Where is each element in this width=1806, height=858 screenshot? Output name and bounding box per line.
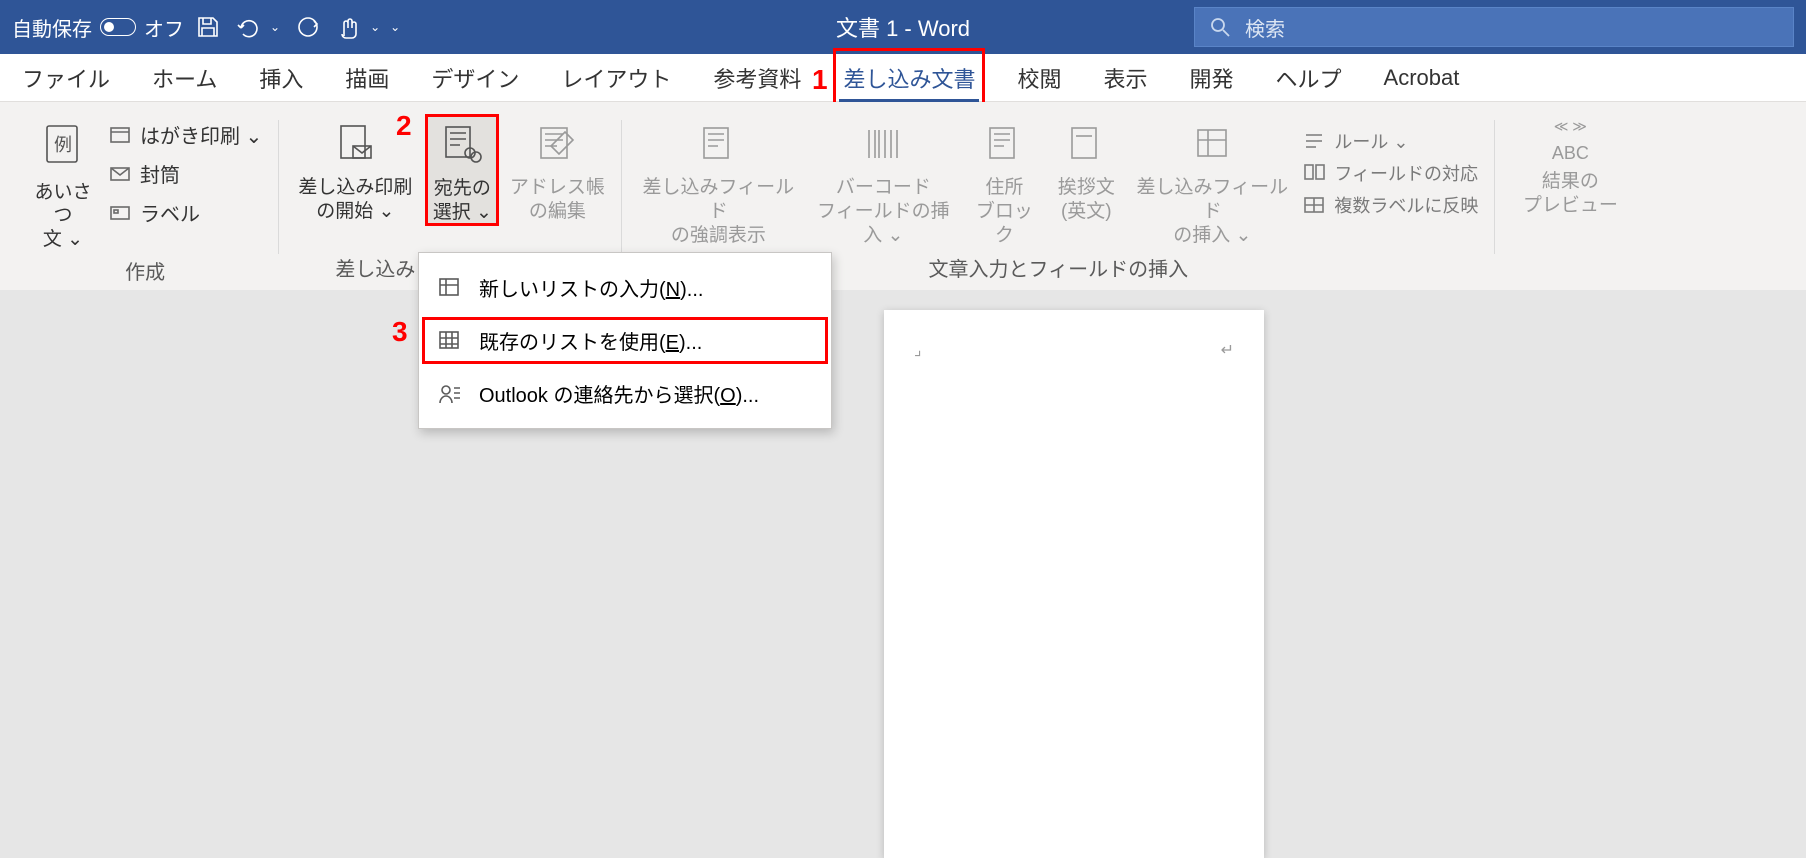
label-icon [108,201,132,225]
title-bar: 自動保存 オフ ⌄ ⌄ ⌄ 文書 1 - Word 検索 [0,0,1806,54]
greeting-text-button[interactable]: 例 あいさつ 文 ⌄ [28,114,98,252]
label-button[interactable]: ラベル [108,198,262,227]
barcode-field-button[interactable]: バーコード フィールドの挿入 ⌄ [808,114,958,247]
autosave-label: 自動保存 [12,13,92,42]
page-corner-mark-icon: ⌟ [914,340,922,360]
address-block-icon [982,122,1026,166]
chevron-down-icon[interactable]: ⌄ [270,20,280,34]
tab-developer[interactable]: 開発 [1185,54,1237,102]
annotation-1: 1 [812,64,828,96]
menu-use-existing-list-label: 既存のリストを使用(E)... [479,326,702,355]
match-fields-icon [1302,161,1326,185]
touch-mode-button[interactable] [332,11,364,43]
preview-results-button[interactable]: ≪ ≫ ABC 結果の プレビュー [1515,114,1625,218]
qat-overflow[interactable]: ⌄ [390,20,400,34]
barcode-icon [861,122,905,166]
menu-type-new-list-label: 新しいリストの入力(N)... [479,273,703,302]
tab-review[interactable]: 校閲 [1013,54,1065,102]
postcard-icon [108,123,132,147]
tab-home[interactable]: ホーム [148,54,221,102]
select-recipients-button[interactable]: 宛先の 選択 ⌄ [425,114,499,226]
document-mail-icon [333,122,377,166]
ribbon: 例 あいさつ 文 ⌄ はがき印刷 ⌄ 封筒 ラベル 作成 [0,102,1806,290]
match-fields-button[interactable]: フィールドの対応 [1302,160,1478,186]
envelope-button[interactable]: 封筒 [108,159,262,188]
example-badge: 例 [54,134,72,157]
menu-type-new-list[interactable]: 新しいリストの入力(N)... [419,261,831,314]
highlight-field-icon [696,122,740,166]
tab-view[interactable]: 表示 [1099,54,1151,102]
group-create: 例 あいさつ 文 ⌄ はがき印刷 ⌄ 封筒 ラベル 作成 [14,114,276,290]
create-small-col: はがき印刷 ⌄ 封筒 ラベル [108,114,262,227]
search-icon [1209,16,1231,38]
merge-field-icon [1190,122,1234,166]
redo-button[interactable] [292,11,324,43]
divider [278,120,279,254]
group-preview: ≪ ≫ ABC 結果の プレビュー [1497,114,1639,290]
group-start-title: 差し込み [295,249,415,290]
tab-draw[interactable]: 描画 [341,54,393,102]
group-write-insert-title: 文章入力とフィールドの挿入 [929,249,1189,290]
new-list-icon [437,275,463,301]
tab-layout[interactable]: レイアウト [557,54,675,102]
tab-help[interactable]: ヘルプ [1272,54,1346,102]
redo-icon [295,14,321,40]
highlight-merge-fields-button[interactable]: 差し込みフィールド の強調表示 [638,114,798,247]
envelope-icon [108,162,132,186]
edit-recipient-list-button[interactable]: アドレス帳 の編集 [509,114,605,224]
tab-references[interactable]: 参考資料 [709,54,805,102]
menu-outlook-contacts[interactable]: Outlook の連絡先から選択(O)... [419,367,831,420]
rules-button[interactable]: ルール ⌄ [1302,128,1478,154]
edit-list-icon [535,122,579,166]
update-labels-button[interactable]: 複数ラベルに反映 [1302,192,1478,218]
tab-insert[interactable]: 挿入 [255,54,307,102]
save-button[interactable] [192,11,224,43]
annotation-2: 2 [396,110,412,142]
group-create-title: 作成 [125,252,165,293]
tab-design[interactable]: デザイン [427,54,523,102]
update-labels-icon [1302,193,1326,217]
document-page[interactable]: ⌟ ↵ [884,310,1264,858]
save-icon [195,14,221,40]
divider [621,120,622,254]
menu-use-existing-list[interactable]: 既存のリストを使用(E)... [419,314,831,367]
tab-file[interactable]: ファイル [18,54,114,102]
document-title: 文書 1 - Word [836,11,970,43]
annotation-3: 3 [392,316,408,348]
fields-right-col: ルール ⌄ フィールドの対応 複数ラベルに反映 [1302,114,1478,218]
outlook-contacts-icon [437,381,463,407]
divider [1494,120,1495,254]
preview-abc: ABC [1552,142,1589,165]
toggle-off-icon [100,18,136,36]
existing-list-icon [437,328,463,354]
menu-outlook-contacts-label: Outlook の連絡先から選択(O)... [479,379,759,408]
undo-icon [235,14,261,40]
search-box[interactable]: 検索 [1194,7,1794,47]
undo-button[interactable] [232,11,264,43]
document-workspace[interactable]: ⌟ ↵ [0,290,1806,858]
recipient-list-icon [440,123,484,167]
page-corner-mark-icon: ↵ [1221,340,1234,360]
greeting-line-icon [1064,122,1108,166]
chevron-down-icon[interactable]: ⌄ [370,20,380,34]
ribbon-tabs: ファイル ホーム 挿入 描画 デザイン レイアウト 参考資料 差し込み文書 校閲… [0,54,1806,102]
greeting-line-button[interactable]: 挨拶文 (英文) [1050,114,1122,224]
tab-mailings[interactable]: 差し込み文書 [839,54,979,102]
select-recipients-menu: 新しいリストの入力(N)... 既存のリストを使用(E)... Outlook … [418,252,832,429]
insert-merge-field-button[interactable]: 差し込みフィールド の挿入 ⌄ [1132,114,1292,247]
tab-acrobat[interactable]: Acrobat [1380,57,1464,99]
hand-icon [335,14,361,40]
postcard-print-button[interactable]: はがき印刷 ⌄ [108,120,262,149]
search-placeholder: 検索 [1245,13,1285,42]
autosave-toggle[interactable]: 自動保存 オフ [12,13,184,42]
autosave-state: オフ [144,13,184,42]
address-block-button[interactable]: 住所 ブロック [968,114,1040,247]
rules-icon [1302,129,1326,153]
preview-arrows: ≪ ≫ [1554,118,1587,136]
